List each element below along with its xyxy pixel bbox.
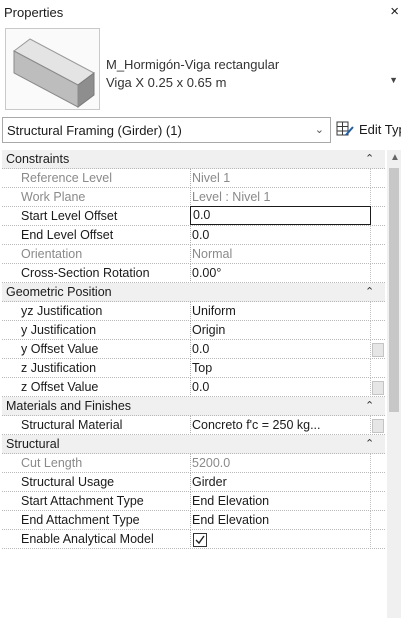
property-row: Start Attachment Type End Elevation — [2, 492, 385, 511]
property-name: End Attachment Type — [21, 513, 140, 527]
edit-type-label: Edit Type — [359, 122, 401, 137]
property-value[interactable]: End Elevation — [192, 492, 370, 511]
property-value[interactable]: 0.00° — [192, 264, 370, 283]
property-name: End Level Offset — [21, 228, 114, 242]
panel-title: Properties — [4, 5, 64, 20]
close-icon[interactable]: × — [390, 3, 399, 20]
collapse-icon[interactable]: ⌃ — [365, 152, 374, 165]
property-value[interactable]: 0.0 — [192, 340, 370, 359]
concrete-beam-thumbnail-icon — [5, 28, 100, 110]
property-row: Cut Length 5200.0 — [2, 454, 385, 473]
property-row: End Level Offset 0.0 — [2, 226, 385, 245]
type-name: Viga X 0.25 x 0.65 m — [106, 75, 227, 90]
property-row: Work Plane Level : Nivel 1 — [2, 188, 385, 207]
property-row: End Attachment Type End Elevation — [2, 511, 385, 530]
properties-titlebar: Properties × — [0, 0, 401, 25]
collapse-icon[interactable]: ⌃ — [365, 285, 374, 298]
property-value[interactable]: 0.0 — [192, 226, 370, 245]
collapse-icon[interactable]: ⌃ — [365, 437, 374, 450]
property-name: Start Attachment Type — [21, 494, 144, 508]
property-row: y Offset Value 0.0 — [2, 340, 385, 359]
property-name: Work Plane — [21, 190, 86, 204]
type-family-name: M_Hormigón-Viga rectangular — [106, 57, 280, 72]
scrollbar-thumb[interactable] — [389, 168, 399, 412]
property-value[interactable]: Top — [192, 359, 370, 378]
property-row: Cross-Section Rotation 0.00° — [2, 264, 385, 283]
property-row: Reference Level Nivel 1 — [2, 169, 385, 188]
property-name: yz Justification — [21, 304, 103, 318]
property-name: Orientation — [21, 247, 83, 261]
property-name: z Offset Value — [21, 380, 99, 394]
property-name: z Justification — [21, 361, 97, 375]
property-row: Start Level Offset 0.0 — [2, 206, 385, 226]
material-browse-button[interactable] — [372, 419, 384, 433]
property-value[interactable]: Girder — [192, 473, 370, 492]
property-value[interactable]: 0.0 — [192, 378, 370, 397]
property-name: y Justification — [21, 323, 97, 337]
chevron-down-icon: ⌄ — [314, 124, 324, 136]
instance-filter-label: Structural Framing (Girder) (1) — [7, 123, 182, 138]
property-value: 0.0 — [193, 208, 211, 222]
property-value: Normal — [192, 247, 233, 261]
property-row: z Justification Top — [2, 359, 385, 378]
property-name: y Offset Value — [21, 342, 99, 356]
property-name: Enable Analytical Model — [21, 532, 154, 546]
collapse-icon[interactable]: ⌃ — [365, 399, 374, 412]
property-row: yz Justification Uniform — [2, 302, 385, 321]
property-name: Structural Material — [21, 418, 123, 432]
property-row: Structural Usage Girder — [2, 473, 385, 492]
property-value-input[interactable]: 0.0 — [190, 206, 371, 225]
property-name: Reference Level — [21, 171, 113, 185]
checkbox[interactable] — [193, 533, 207, 547]
property-value[interactable]: Uniform — [192, 302, 370, 321]
property-value: Level : Nivel 1 — [192, 190, 271, 204]
edit-type-icon — [336, 121, 354, 136]
property-row: z Offset Value 0.0 — [2, 378, 385, 397]
type-selector[interactable]: M_Hormigón-Viga rectangular Viga X 0.25 … — [0, 25, 401, 112]
property-value[interactable]: Concreto f'c = 250 kg... — [192, 416, 370, 435]
property-name: Cut Length — [21, 456, 83, 470]
group-title: Constraints — [6, 152, 70, 166]
property-row: Enable Analytical Model — [2, 530, 385, 549]
property-value: 5200.0 — [192, 456, 231, 470]
property-name: Structural Usage — [21, 475, 115, 489]
value-button[interactable] — [372, 381, 384, 395]
value-button[interactable] — [372, 343, 384, 357]
group-title: Structural — [6, 437, 60, 451]
group-header[interactable]: Materials and Finishes ⌃ — [2, 397, 385, 416]
instance-filter-dropdown[interactable]: Structural Framing (Girder) (1) ⌄ — [2, 117, 331, 143]
property-name: Cross-Section Rotation — [21, 266, 150, 280]
group-header[interactable]: Constraints ⌃ — [2, 150, 385, 169]
property-row: Structural Material Concreto f'c = 250 kg… — [2, 416, 385, 435]
group-header[interactable]: Geometric Position ⌃ — [2, 283, 385, 302]
scroll-up-icon[interactable]: ▲ — [390, 152, 400, 163]
property-row: Orientation Normal — [2, 245, 385, 264]
property-value: Nivel 1 — [192, 171, 231, 185]
property-row: y Justification Origin — [2, 321, 385, 340]
group-title: Geometric Position — [6, 285, 112, 299]
property-value[interactable]: Origin — [192, 321, 370, 340]
vertical-scrollbar[interactable]: ▲ — [387, 150, 401, 618]
group-header[interactable]: Structural ⌃ — [2, 435, 385, 454]
group-title: Materials and Finishes — [6, 399, 132, 413]
property-value[interactable]: End Elevation — [192, 511, 370, 530]
property-name: Start Level Offset — [21, 209, 118, 223]
properties-grid: Constraints ⌃ Reference Level Nivel 1 Work P… — [2, 150, 385, 618]
chevron-down-icon[interactable]: ▼ — [389, 75, 398, 85]
